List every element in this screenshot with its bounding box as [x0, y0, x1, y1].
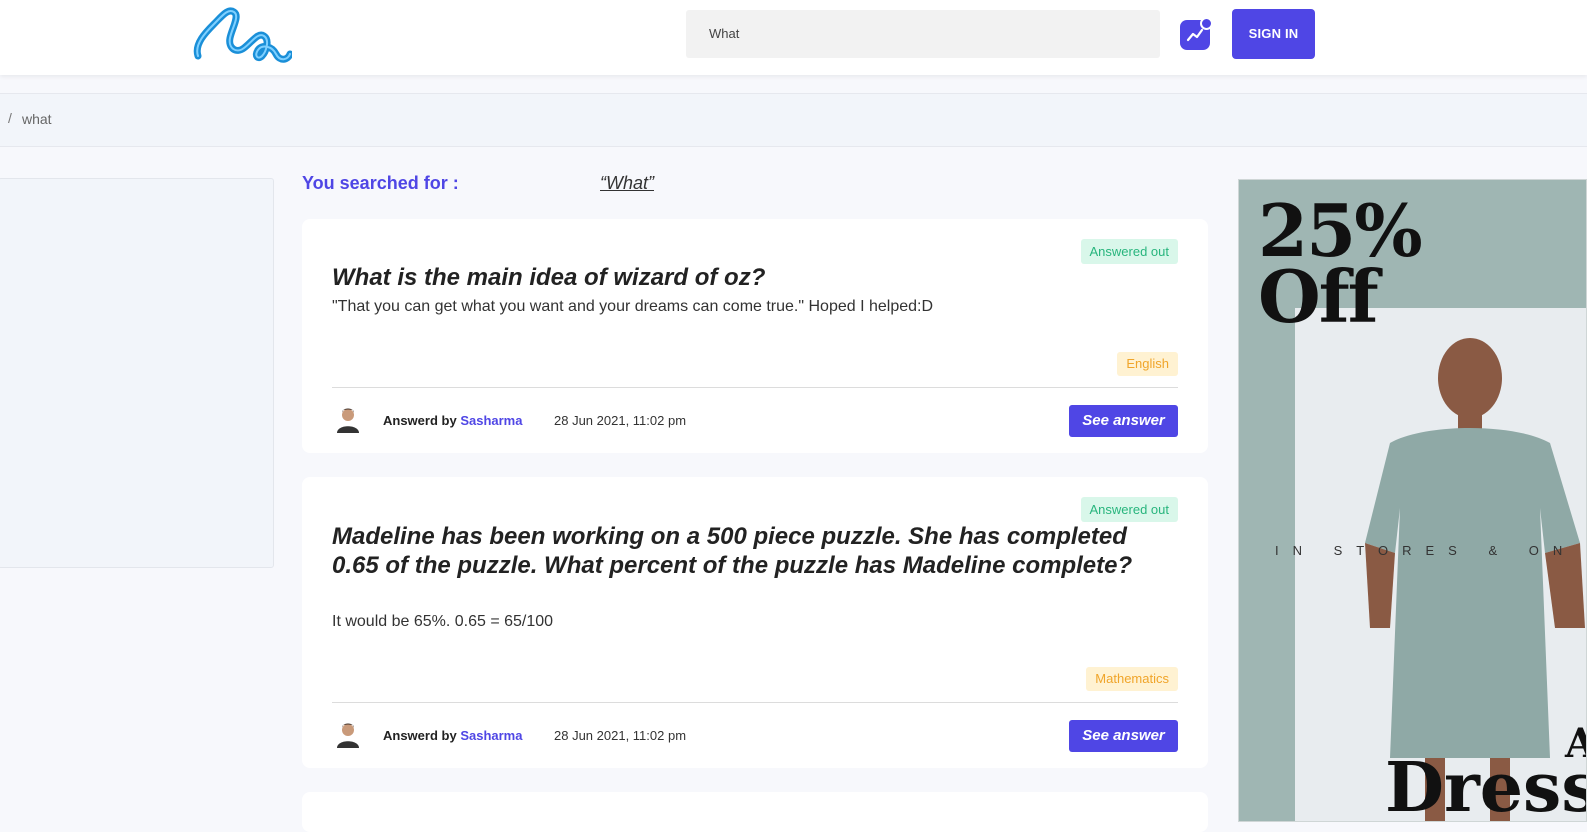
result-card: Answered out Madeline has been working o…: [302, 477, 1208, 768]
answered-by-label: Answerd by: [383, 413, 457, 428]
divider: [332, 702, 1178, 703]
left-sidebar-panel: [0, 178, 274, 568]
see-answer-button[interactable]: See answer: [1069, 405, 1178, 437]
status-badge: Answered out: [1080, 239, 1178, 264]
result-card: Answered out What is the main idea of wi…: [302, 219, 1208, 453]
sign-in-button[interactable]: SIGN IN: [1232, 9, 1315, 59]
divider: [332, 387, 1178, 388]
answered-by: Answerd by Sasharma: [383, 728, 522, 743]
answered-by: Answerd by Sasharma: [383, 413, 522, 428]
answer-date: 28 Jun 2021, 11:02 pm: [554, 728, 687, 743]
subject-badge[interactable]: Mathematics: [1086, 667, 1178, 691]
logo-icon[interactable]: [192, 4, 292, 66]
ad-bottom-word: Dress: [1385, 748, 1587, 822]
avatar: [337, 408, 359, 433]
subject-badge[interactable]: English: [1117, 352, 1178, 376]
search-input[interactable]: What: [686, 10, 1160, 58]
breadcrumb-separator: /: [8, 110, 12, 126]
advertisement-banner[interactable]: 25% Off IN STORES & ON A Dress: [1238, 179, 1587, 822]
model-image: [1365, 338, 1585, 821]
ad-tagline: IN STORES & ON: [1275, 543, 1577, 558]
author-link[interactable]: Sasharma: [460, 413, 522, 428]
result-card: [302, 792, 1208, 832]
answer-preview: "That you can get what you want and your…: [332, 298, 934, 315]
question-title[interactable]: What is the main idea of wizard of oz?: [332, 263, 1178, 292]
breadcrumb: / what: [0, 93, 1587, 147]
avatar: [337, 723, 359, 748]
see-answer-button[interactable]: See answer: [1069, 720, 1178, 752]
answered-by-label: Answerd by: [383, 728, 457, 743]
ad-photo: [1295, 308, 1586, 821]
notification-dot: [1200, 17, 1213, 30]
top-header: What SIGN IN: [0, 0, 1587, 75]
question-title[interactable]: Madeline has been working on a 500 piece…: [332, 522, 1178, 580]
search-term: “What”: [600, 173, 654, 193]
trending-button[interactable]: [1180, 17, 1213, 50]
answer-date: 28 Jun 2021, 11:02 pm: [554, 413, 687, 428]
ad-headline: 25% Off: [1258, 188, 1423, 339]
search-label: You searched for :: [302, 173, 459, 193]
status-badge: Answered out: [1080, 497, 1178, 522]
author-link[interactable]: Sasharma: [460, 728, 522, 743]
breadcrumb-current[interactable]: what: [22, 111, 52, 127]
answer-preview: It would be 65%. 0.65 = 65/100: [332, 613, 554, 630]
